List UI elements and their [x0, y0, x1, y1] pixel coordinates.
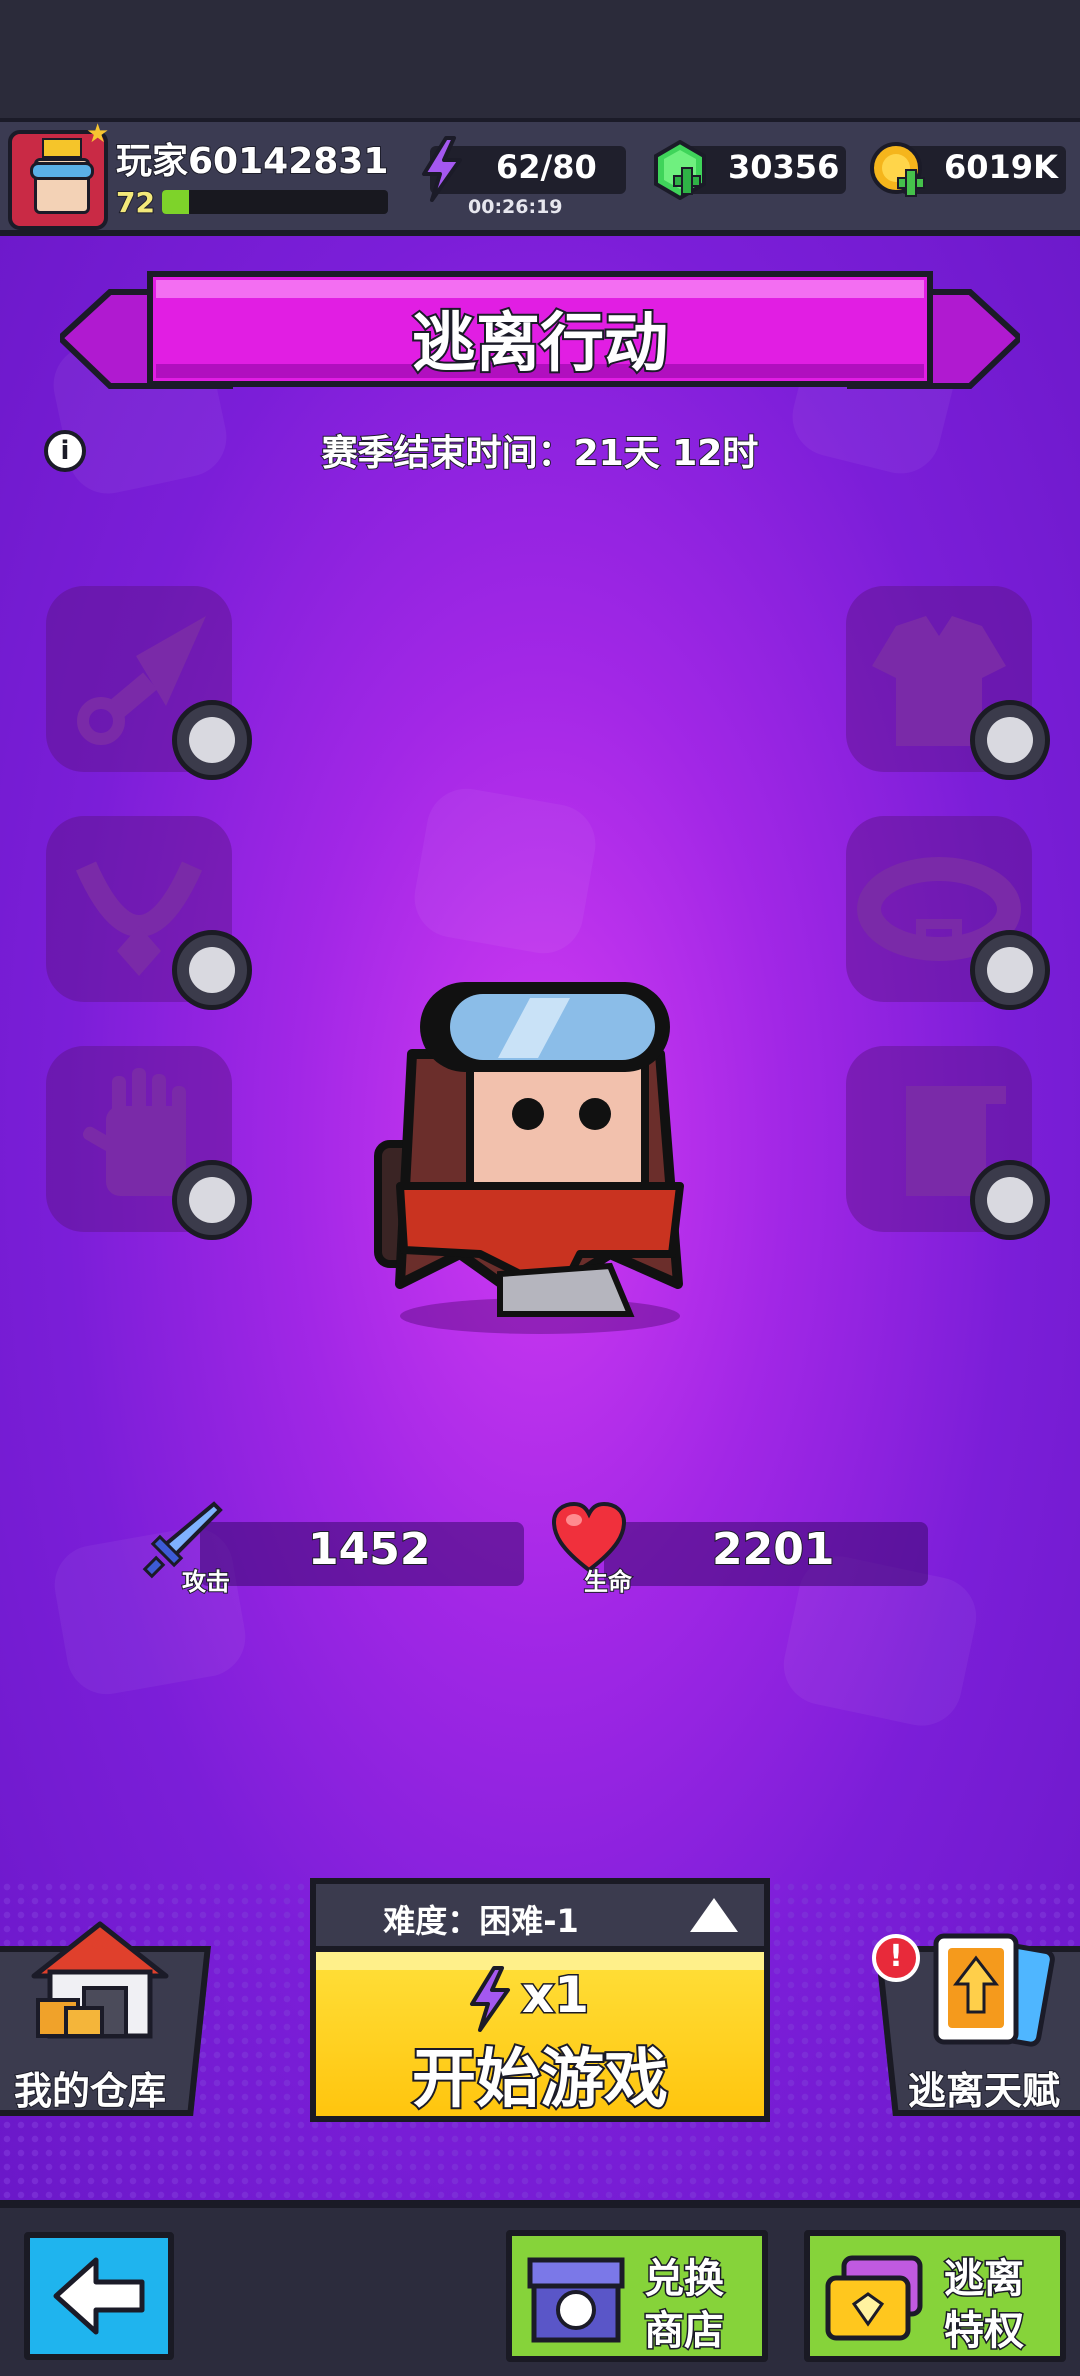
glove-swap-button[interactable]: [172, 1160, 252, 1240]
energy-timer: 00:26:19: [468, 196, 563, 218]
bottom-nav: 兑换 商店 逃离 特权: [0, 2200, 1080, 2376]
energy-bolt-icon: [418, 136, 466, 202]
exchange-shop-button[interactable]: 兑换 商店: [506, 2230, 768, 2362]
crown-icon: ★: [86, 119, 110, 149]
privilege-card-icon: [825, 2255, 923, 2341]
privilege-button[interactable]: 逃离 特权: [804, 2230, 1066, 2362]
belt-swap-button[interactable]: [970, 930, 1050, 1010]
necklace-swap-button[interactable]: [172, 930, 252, 1010]
hp-label: 生命: [583, 1567, 633, 1597]
talent-card-icon: [920, 1930, 1060, 2050]
player-name: 玩家60142831: [115, 140, 389, 183]
shop-icon: [527, 2257, 625, 2343]
shop-label-line1: 兑换: [643, 2255, 726, 2304]
warehouse-label: 我的仓库: [13, 2068, 167, 2114]
player-level: 72: [115, 185, 156, 220]
weapon-swap-button[interactable]: [172, 700, 252, 780]
talent-label: 逃离天赋: [907, 2068, 1061, 2114]
gold-plus-icon[interactable]: [870, 140, 928, 200]
difficulty-label: 难度：困难-1: [383, 1902, 579, 1940]
energy-value: 62/80: [495, 147, 598, 187]
xp-bar: [162, 190, 388, 214]
event-title: 逃离行动: [410, 305, 670, 383]
energy-cost-icon: [466, 1966, 514, 2032]
hp-value: 2201: [711, 1523, 835, 1576]
resource-bar: ★ 玩家60142831 72 62/80 00:26:19 30356 601…: [0, 118, 1080, 236]
back-arrow-icon: [53, 2257, 145, 2335]
attack-value: 1452: [307, 1523, 431, 1576]
privilege-label-line1: 逃离: [943, 2255, 1026, 2304]
armor-swap-button[interactable]: [970, 700, 1050, 780]
privilege-label-line2: 特权: [943, 2307, 1026, 2356]
start-game-label: 开始游戏: [410, 2041, 670, 2119]
back-button[interactable]: [24, 2232, 174, 2360]
difficulty-selector[interactable]: 难度：困难-1: [310, 1878, 770, 1950]
boots-swap-button[interactable]: [970, 1160, 1050, 1240]
energy-cost: x1: [520, 1965, 590, 2026]
warehouse-icon: [30, 1920, 170, 2040]
hero-character[interactable]: [360, 954, 700, 1334]
season-end-text: 赛季结束时间：21天 12时: [321, 432, 760, 475]
talent-alert-icon: !: [872, 1934, 920, 1982]
attack-label: 攻击: [181, 1567, 231, 1597]
start-game-button[interactable]: x1 开始游戏: [310, 1946, 770, 2122]
gem-plus-icon[interactable]: [652, 139, 708, 201]
game-screen: ★ 玩家60142831 72 62/80 00:26:19 30356 601…: [0, 0, 1080, 2376]
shop-label-line2: 商店: [643, 2307, 726, 2356]
gem-value: 30356: [727, 147, 840, 187]
title-banner: 逃离行动: [55, 268, 1025, 408]
status-bar: [0, 0, 1080, 118]
triangle-up-icon: [690, 1898, 738, 1932]
gold-value: 6019K: [943, 147, 1059, 187]
xp-bar-fill: [162, 190, 190, 214]
